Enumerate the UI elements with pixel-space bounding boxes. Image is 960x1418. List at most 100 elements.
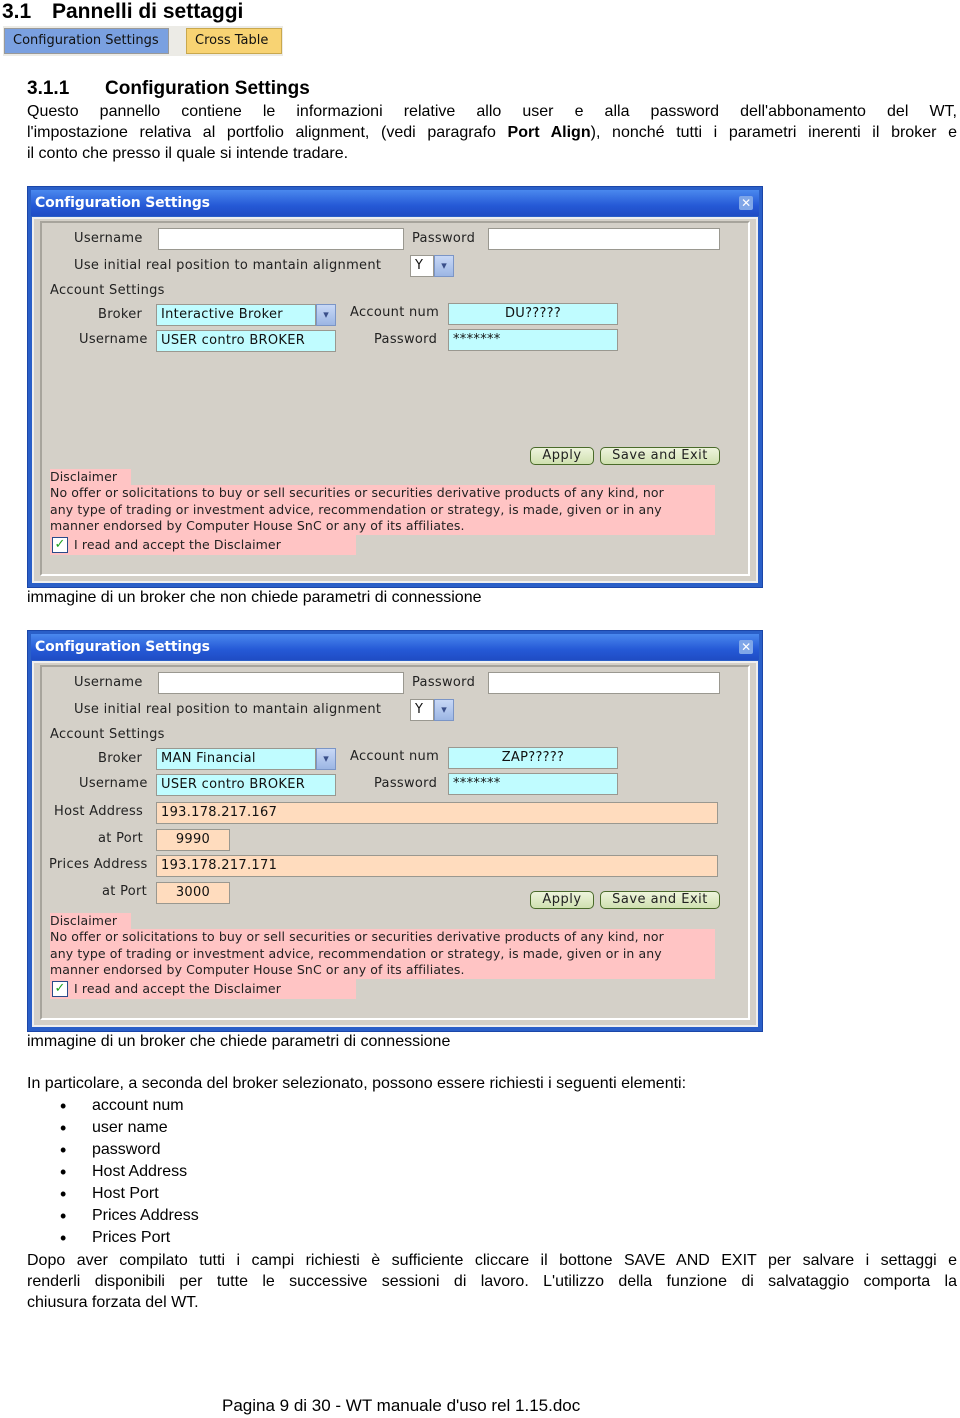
broker-select[interactable]: MAN Financial: [156, 748, 316, 770]
section-number: 3.1: [2, 0, 32, 23]
accept-checkbox[interactable]: ✓: [52, 981, 68, 997]
prices-port-label: at Port: [102, 884, 148, 899]
chevron-down-icon[interactable]: ▾: [316, 304, 336, 326]
accept-checkbox[interactable]: ✓: [52, 537, 68, 553]
account-num-label: Account num: [350, 749, 440, 764]
subsection-title: Configuration Settings: [105, 78, 310, 99]
chevron-down-icon[interactable]: ▾: [434, 255, 454, 277]
disclaimer-line-2: any type of trading or investment advice…: [50, 501, 662, 517]
intro-line-3: il conto che presso il quale si intende …: [27, 145, 349, 162]
chevron-down-icon[interactable]: ▾: [434, 699, 454, 721]
broker-username-input[interactable]: USER contro BROKER: [156, 330, 336, 352]
caption-1: immagine di un broker che non chiede par…: [27, 589, 482, 606]
host-address-input[interactable]: 193.178.217.167: [156, 802, 718, 824]
save-and-exit-button[interactable]: Save and Exit: [600, 891, 720, 909]
closing-line-3: chiusura forzata del WT.: [27, 1294, 199, 1311]
closing-line-2: renderli disponibili per tutte le succes…: [27, 1273, 957, 1290]
broker-label: Broker: [98, 307, 143, 322]
accept-disclaimer-row[interactable]: ✓ I read and accept the Disclaimer: [50, 535, 356, 555]
prices-port-input[interactable]: 3000: [156, 882, 230, 904]
disclaimer-title: Disclaimer: [50, 469, 132, 486]
tab-cross-table[interactable]: Cross Table: [186, 28, 282, 54]
broker-password-input[interactable]: *******: [448, 773, 618, 795]
save-and-exit-button[interactable]: Save and Exit: [600, 447, 720, 465]
alignment-select[interactable]: Y: [410, 699, 434, 721]
host-address-label: Host Address: [54, 804, 144, 819]
accept-disclaimer-row[interactable]: ✓ I read and accept the Disclaimer: [50, 979, 356, 999]
alignment-label: Use initial real position to mantain ali…: [74, 702, 382, 717]
disclaimer-line-1: No offer or solicitations to buy or sell…: [50, 929, 664, 944]
list-item: user name: [60, 1117, 199, 1139]
apply-button[interactable]: Apply: [530, 447, 594, 465]
section-heading: 3.1 Pannelli di settaggi: [2, 0, 243, 24]
subsection-number: 3.1.1: [27, 78, 70, 99]
list-item: Prices Port: [60, 1227, 199, 1249]
username-label: Username: [74, 231, 143, 246]
subsection-heading: 3.1.1 Configuration Settings: [27, 78, 310, 100]
window-inner-panel: Username Password Use initial real posit…: [40, 665, 750, 1020]
closing-line-1: Dopo aver compilato tutti i campi richie…: [27, 1252, 957, 1269]
apply-button[interactable]: Apply: [530, 891, 594, 909]
disclaimer-line-3: manner endorsed by Computer House SnC or…: [50, 962, 465, 977]
broker-label: Broker: [98, 751, 143, 766]
password-input[interactable]: [488, 228, 720, 250]
broker-select[interactable]: Interactive Broker: [156, 304, 316, 326]
config-window-1: Configuration Settings ✕ Username Passwo…: [27, 186, 763, 588]
password-label: Password: [412, 675, 476, 690]
window-body: Username Password Use initial real posit…: [32, 661, 758, 1027]
accept-label: I read and accept the Disclaimer: [74, 981, 281, 996]
account-num-label: Account num: [350, 305, 440, 320]
password-label: Password: [412, 231, 476, 246]
broker-username-label: Username: [79, 332, 148, 347]
intro-line-2: l'impostazione relativa al portfolio ali…: [27, 122, 957, 143]
intro-line-2-text: l'impostazione relativa al portfolio ali…: [27, 124, 508, 141]
window-inner-panel: Username Password Use initial real posit…: [40, 221, 750, 576]
username-input[interactable]: [158, 672, 404, 694]
settings-tab-strip: Configuration Settings Cross Table: [3, 26, 283, 56]
window-titlebar: Configuration Settings ✕: [31, 634, 759, 660]
host-port-input[interactable]: 9990: [156, 829, 230, 851]
list-item: Prices Address: [60, 1205, 199, 1227]
window-title: Configuration Settings: [35, 195, 210, 211]
username-input[interactable]: [158, 228, 404, 250]
disclaimer-title: Disclaimer: [50, 913, 132, 930]
section-title: Pannelli di settaggi: [52, 0, 244, 23]
close-icon[interactable]: ✕: [739, 196, 753, 210]
broker-username-input[interactable]: USER contro BROKER: [156, 774, 336, 796]
intro-line-2-tail: ), nonché tutti i parametri inerenti il …: [590, 124, 957, 141]
port-align-ref: Port Align: [507, 124, 591, 141]
close-icon[interactable]: ✕: [739, 640, 753, 654]
disclaimer-line-3: manner endorsed by Computer House SnC or…: [50, 518, 465, 533]
disclaimer-line-2: any type of trading or investment advice…: [50, 945, 662, 961]
account-num-input[interactable]: DU?????: [448, 303, 618, 325]
broker-password-input[interactable]: *******: [448, 329, 618, 351]
prices-address-input[interactable]: 193.178.217.171: [156, 855, 718, 877]
disclaimer-text: No offer or solicitations to buy or sell…: [50, 929, 715, 979]
list-item: Host Address: [60, 1161, 199, 1183]
broker-username-label: Username: [79, 776, 148, 791]
disclaimer-text: No offer or solicitations to buy or sell…: [50, 485, 715, 535]
intro-paragraph: Questo pannello contiene le informazioni…: [27, 101, 957, 164]
prices-address-label: Prices Address: [49, 857, 148, 872]
password-input[interactable]: [488, 672, 720, 694]
intro-line-1: Questo pannello contiene le informazioni…: [27, 103, 957, 120]
tab-configuration-settings[interactable]: Configuration Settings: [4, 28, 169, 54]
list-item: account num: [60, 1095, 199, 1117]
list-item: Host Port: [60, 1183, 199, 1205]
alignment-select[interactable]: Y: [410, 255, 434, 277]
broker-password-label: Password: [374, 776, 438, 791]
closing-paragraph: Dopo aver compilato tutti i campi richie…: [27, 1250, 957, 1313]
page-footer: Pagina 9 di 30 - WT manuale d'uso rel 1.…: [222, 1396, 581, 1415]
caption-2: immagine di un broker che chiede paramet…: [27, 1033, 451, 1050]
account-num-input[interactable]: ZAP?????: [448, 747, 618, 769]
account-settings-label: Account Settings: [50, 727, 165, 742]
broker-password-label: Password: [374, 332, 438, 347]
window-title: Configuration Settings: [35, 639, 210, 655]
disclaimer-line-1: No offer or solicitations to buy or sell…: [50, 485, 664, 500]
alignment-label: Use initial real position to mantain ali…: [74, 258, 382, 273]
window-titlebar: Configuration Settings ✕: [31, 190, 759, 216]
list-item: password: [60, 1139, 199, 1161]
window-body: Username Password Use initial real posit…: [32, 217, 758, 583]
chevron-down-icon[interactable]: ▾: [316, 748, 336, 770]
account-settings-label: Account Settings: [50, 283, 165, 298]
